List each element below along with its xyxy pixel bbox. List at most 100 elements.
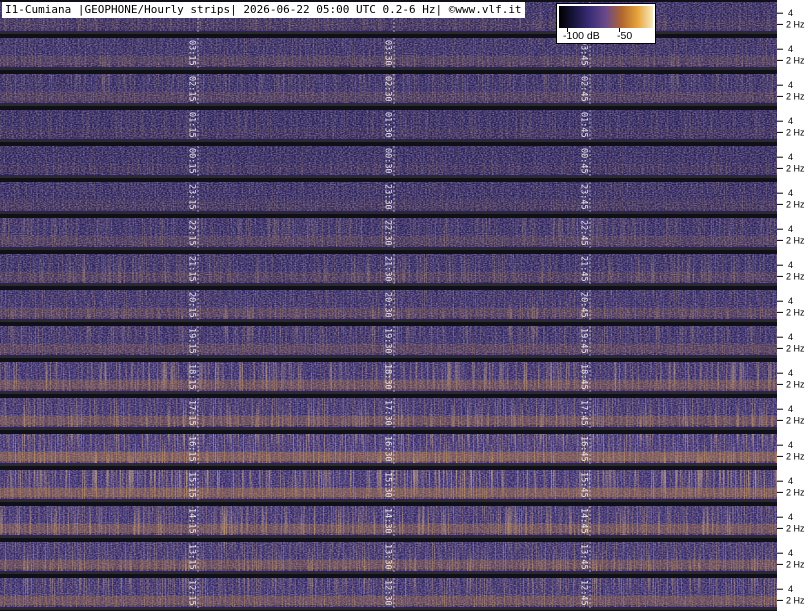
freq-label-4: 4 xyxy=(788,476,793,486)
strip-time-label: 15:30 xyxy=(382,472,392,498)
freq-label-2: 2 Hz xyxy=(786,523,805,533)
strip-time-label: 16:30 xyxy=(382,436,392,462)
strip-time-label: 02:45 xyxy=(578,76,588,102)
freq-label-2: 2 Hz xyxy=(786,487,805,497)
strip-time-label: 14:15 xyxy=(186,508,196,534)
freq-label-4: 4 xyxy=(788,116,793,126)
freq-label-2: 2 Hz xyxy=(786,235,805,245)
strip-bottom-edge xyxy=(0,571,777,574)
strip-bottom-edge xyxy=(0,463,777,466)
freq-label-2: 2 Hz xyxy=(786,271,805,281)
strip-bottom-edge xyxy=(0,535,777,538)
freq-label-4: 4 xyxy=(788,224,793,234)
color-scale-gradient xyxy=(559,6,653,28)
freq-label-2: 2 Hz xyxy=(786,55,805,65)
freq-label-4: 4 xyxy=(788,296,793,306)
strip-bottom-edge xyxy=(0,319,777,322)
freq-label-2: 2 Hz xyxy=(786,343,805,353)
strip-time-label: 19:45 xyxy=(578,328,588,354)
strip-time-label: 15:45 xyxy=(578,472,588,498)
strip-time-label: 20:45 xyxy=(578,292,588,318)
strip-time-label: 01:15 xyxy=(186,112,196,138)
freq-label-2: 2 Hz xyxy=(786,595,805,605)
strip-time-label: 23:30 xyxy=(382,184,392,210)
spectrogram-plot: 040403:1503:3003:4502:1502:3002:4501:150… xyxy=(0,0,777,611)
strip-bottom-edge xyxy=(0,607,777,610)
freq-label-4: 4 xyxy=(788,260,793,270)
strip-time-label: 02:30 xyxy=(382,76,392,102)
strip-time-label: 15:15 xyxy=(186,472,196,498)
strip-time-label: 20:15 xyxy=(186,292,196,318)
freq-label-4: 4 xyxy=(788,440,793,450)
strip-time-label: 14:45 xyxy=(578,508,588,534)
freq-label-4: 4 xyxy=(788,188,793,198)
freq-label-2: 2 Hz xyxy=(786,451,805,461)
frequency-axis-svg: 42 Hz42 Hz42 Hz42 Hz42 Hz42 Hz42 Hz42 Hz… xyxy=(777,8,805,605)
strip-bottom-edge xyxy=(0,499,777,502)
strip-bottom-edge xyxy=(0,283,777,286)
freq-label-2: 2 Hz xyxy=(786,199,805,209)
freq-label-4: 4 xyxy=(788,404,793,414)
color-scale: -100 dB -50 xyxy=(556,3,656,44)
strip-time-label: 13:30 xyxy=(382,544,392,570)
strip-time-label: 17:15 xyxy=(186,400,196,426)
strip-time-label: 12:45 xyxy=(578,580,588,606)
strip-time-label: 14:30 xyxy=(382,508,392,534)
strip-time-label: 02:15 xyxy=(186,76,196,102)
freq-label-2: 2 Hz xyxy=(786,163,805,173)
strip-time-label: 13:15 xyxy=(186,544,196,570)
strip-time-label: 12:30 xyxy=(382,580,392,606)
strip-time-label: 03:15 xyxy=(186,40,196,66)
strip-time-label: 23:45 xyxy=(578,184,588,210)
strip-time-label: 22:45 xyxy=(578,220,588,246)
strip-time-label: 18:45 xyxy=(578,364,588,390)
strip-time-label: 01:30 xyxy=(382,112,392,138)
strip-time-label: 21:30 xyxy=(382,256,392,282)
strip-time-label: 21:15 xyxy=(186,256,196,282)
strip-time-label: 18:30 xyxy=(382,364,392,390)
strip-bottom-edge xyxy=(0,211,777,214)
strip-bottom-edge xyxy=(0,103,777,106)
strip-time-label: 17:30 xyxy=(382,400,392,426)
freq-label-4: 4 xyxy=(788,548,793,558)
freq-label-2: 2 Hz xyxy=(786,379,805,389)
strip-time-label: 19:15 xyxy=(186,328,196,354)
freq-label-4: 4 xyxy=(788,584,793,594)
freq-label-4: 4 xyxy=(788,152,793,162)
strip-bottom-edge xyxy=(0,67,777,70)
color-scale-label-min: -100 dB xyxy=(563,30,600,42)
strip-band xyxy=(0,19,777,30)
strip-time-label: 23:15 xyxy=(186,184,196,210)
freq-label-2: 2 Hz xyxy=(786,415,805,425)
strip-time-label: 22:15 xyxy=(186,220,196,246)
strip-bottom-edge xyxy=(0,355,777,358)
strip-bottom-edge xyxy=(0,139,777,142)
strip-time-label: 17:45 xyxy=(578,400,588,426)
freq-label-2: 2 Hz xyxy=(786,19,805,29)
strip-time-label: 00:45 xyxy=(578,148,588,174)
strip-time-label: 03:30 xyxy=(382,40,392,66)
strip-time-label: 01:45 xyxy=(578,112,588,138)
freq-label-4: 4 xyxy=(788,80,793,90)
strip-time-label: 20:30 xyxy=(382,292,392,318)
freq-label-4: 4 xyxy=(788,332,793,342)
strip-time-label: 13:45 xyxy=(578,544,588,570)
frequency-axis: 42 Hz 4 2 Hz 4 2 Hz 4 2 Hz 4 2 Hz 4 2 Hz 4 2 Hz 4 2 Hz… xyxy=(777,0,812,611)
strip-bottom-edge xyxy=(0,247,777,250)
strip-time-label: 12:15 xyxy=(186,580,196,606)
strip-time-label: 22:30 xyxy=(382,220,392,246)
color-scale-label-max: -50 xyxy=(617,30,633,42)
freq-label-2: 2 Hz xyxy=(786,559,805,569)
freq-label-4: 4 xyxy=(788,44,793,54)
strip-time-label: 00:30 xyxy=(382,148,392,174)
freq-label-2: 2 Hz xyxy=(786,127,805,137)
strip-time-label: 19:30 xyxy=(382,328,392,354)
strip-bottom-edge xyxy=(0,391,777,394)
freq-label-2: 2 Hz xyxy=(786,307,805,317)
strip-time-label: 16:45 xyxy=(578,436,588,462)
strip-bottom-edge xyxy=(0,31,777,34)
freq-label-2: 2 Hz xyxy=(786,91,805,101)
strip-time-label: 16:15 xyxy=(186,436,196,462)
strip-time-label: 21:45 xyxy=(578,256,588,282)
strip-time-label: 00:15 xyxy=(186,148,196,174)
